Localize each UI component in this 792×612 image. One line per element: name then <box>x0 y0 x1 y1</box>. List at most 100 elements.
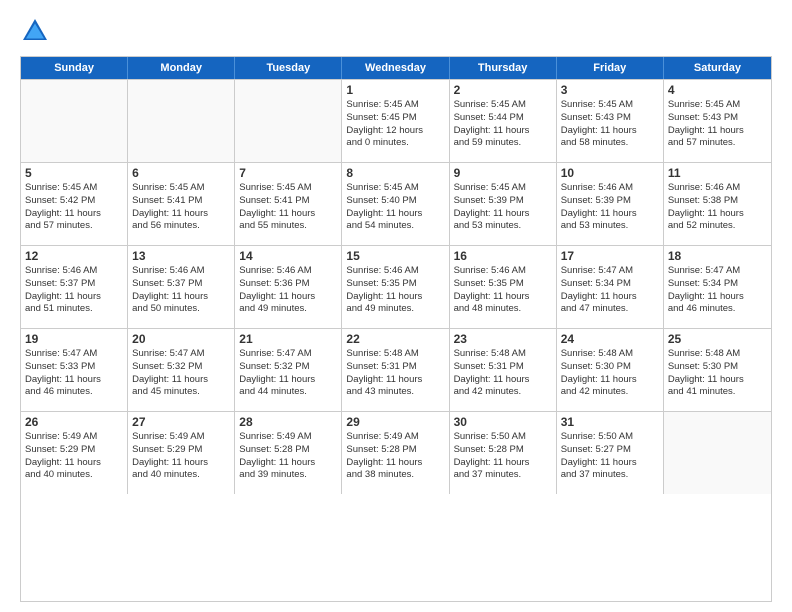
day-cell-31: 31 Sunrise: 5:50 AM Sunset: 5:27 PM Dayli… <box>557 412 664 494</box>
day-number: 21 <box>239 332 337 346</box>
day-cell-28: 28 Sunrise: 5:49 AM Sunset: 5:28 PM Dayli… <box>235 412 342 494</box>
day-cell-29: 29Sunrise: 5:49 AM Sunset: 5:28 PM Dayli… <box>342 412 449 494</box>
day-cell-27: 27Sunrise: 5:49 AM Sunset: 5:29 PM Dayli… <box>128 412 235 494</box>
day-cell-8: 8 Sunrise: 5:45 AM Sunset: 5:40 PM Daylig… <box>342 163 449 245</box>
day-number: 26 <box>25 415 123 429</box>
day-info: Sunrise: 5:47 AM Sunset: 5:33 PM Dayligh… <box>25 348 123 399</box>
day-number: 20 <box>132 332 230 346</box>
day-info: Sunrise: 5:46 AM Sunset: 5:35 PM Dayligh… <box>346 265 444 316</box>
week-row-3: 12 Sunrise: 5:46 AM Sunset: 5:37 PM Dayli… <box>21 245 771 328</box>
day-info: Sunrise: 5:47 AM Sunset: 5:34 PM Dayligh… <box>561 265 659 316</box>
day-info: Sunrise: 5:48 AM Sunset: 5:30 PM Dayligh… <box>668 348 767 399</box>
day-number: 30 <box>454 415 552 429</box>
day-info: Sunrise: 5:45 AM Sunset: 5:42 PM Dayligh… <box>25 182 123 233</box>
week-row-2: 5 Sunrise: 5:45 AM Sunset: 5:42 PM Daylig… <box>21 162 771 245</box>
day-number: 24 <box>561 332 659 346</box>
day-cell-1: 1 Sunrise: 5:45 AM Sunset: 5:45 PM Daylig… <box>342 80 449 162</box>
day-cell-24: 24 Sunrise: 5:48 AM Sunset: 5:30 PM Dayli… <box>557 329 664 411</box>
day-cell-18: 18Sunrise: 5:47 AM Sunset: 5:34 PM Dayli… <box>664 246 771 328</box>
day-number: 12 <box>25 249 123 263</box>
day-header-saturday: Saturday <box>664 57 771 79</box>
empty-cell <box>235 80 342 162</box>
day-cell-10: 10 Sunrise: 5:46 AM Sunset: 5:39 PM Dayli… <box>557 163 664 245</box>
day-number: 22 <box>346 332 444 346</box>
day-number: 10 <box>561 166 659 180</box>
day-number: 17 <box>561 249 659 263</box>
empty-cell <box>21 80 128 162</box>
calendar-body: 1 Sunrise: 5:45 AM Sunset: 5:45 PM Daylig… <box>21 79 771 494</box>
header <box>20 16 772 46</box>
week-row-5: 26 Sunrise: 5:49 AM Sunset: 5:29 PM Dayli… <box>21 411 771 494</box>
day-number: 25 <box>668 332 767 346</box>
day-cell-23: 23 Sunrise: 5:48 AM Sunset: 5:31 PM Dayli… <box>450 329 557 411</box>
day-info: Sunrise: 5:45 AM Sunset: 5:45 PM Dayligh… <box>346 99 444 150</box>
day-info: Sunrise: 5:45 AM Sunset: 5:43 PM Dayligh… <box>668 99 767 150</box>
day-info: Sunrise: 5:46 AM Sunset: 5:36 PM Dayligh… <box>239 265 337 316</box>
day-number: 13 <box>132 249 230 263</box>
day-number: 11 <box>668 166 767 180</box>
day-cell-11: 11 Sunrise: 5:46 AM Sunset: 5:38 PM Dayli… <box>664 163 771 245</box>
day-info: Sunrise: 5:45 AM Sunset: 5:41 PM Dayligh… <box>132 182 230 233</box>
day-number: 9 <box>454 166 552 180</box>
day-cell-9: 9 Sunrise: 5:45 AM Sunset: 5:39 PM Daylig… <box>450 163 557 245</box>
day-info: Sunrise: 5:45 AM Sunset: 5:39 PM Dayligh… <box>454 182 552 233</box>
day-cell-2: 2 Sunrise: 5:45 AM Sunset: 5:44 PM Daylig… <box>450 80 557 162</box>
day-info: Sunrise: 5:49 AM Sunset: 5:28 PM Dayligh… <box>346 431 444 482</box>
day-cell-16: 16Sunrise: 5:46 AM Sunset: 5:35 PM Dayli… <box>450 246 557 328</box>
day-info: Sunrise: 5:48 AM Sunset: 5:30 PM Dayligh… <box>561 348 659 399</box>
day-info: Sunrise: 5:46 AM Sunset: 5:37 PM Dayligh… <box>132 265 230 316</box>
day-cell-15: 15 Sunrise: 5:46 AM Sunset: 5:35 PM Dayli… <box>342 246 449 328</box>
day-number: 5 <box>25 166 123 180</box>
day-info: Sunrise: 5:45 AM Sunset: 5:40 PM Dayligh… <box>346 182 444 233</box>
logo-icon <box>20 16 50 46</box>
day-number: 31 <box>561 415 659 429</box>
day-number: 15 <box>346 249 444 263</box>
day-info: Sunrise: 5:47 AM Sunset: 5:32 PM Dayligh… <box>132 348 230 399</box>
day-info: Sunrise: 5:47 AM Sunset: 5:32 PM Dayligh… <box>239 348 337 399</box>
day-info: Sunrise: 5:46 AM Sunset: 5:39 PM Dayligh… <box>561 182 659 233</box>
empty-cell <box>664 412 771 494</box>
day-info: Sunrise: 5:48 AM Sunset: 5:31 PM Dayligh… <box>454 348 552 399</box>
day-number: 28 <box>239 415 337 429</box>
day-cell-22: 22 Sunrise: 5:48 AM Sunset: 5:31 PM Dayli… <box>342 329 449 411</box>
day-cell-30: 30 Sunrise: 5:50 AM Sunset: 5:28 PM Dayli… <box>450 412 557 494</box>
day-header-wednesday: Wednesday <box>342 57 449 79</box>
day-number: 3 <box>561 83 659 97</box>
day-number: 8 <box>346 166 444 180</box>
day-info: Sunrise: 5:48 AM Sunset: 5:31 PM Dayligh… <box>346 348 444 399</box>
week-row-4: 19Sunrise: 5:47 AM Sunset: 5:33 PM Dayli… <box>21 328 771 411</box>
day-number: 16 <box>454 249 552 263</box>
day-info: Sunrise: 5:49 AM Sunset: 5:28 PM Dayligh… <box>239 431 337 482</box>
day-number: 2 <box>454 83 552 97</box>
day-info: Sunrise: 5:46 AM Sunset: 5:38 PM Dayligh… <box>668 182 767 233</box>
day-info: Sunrise: 5:50 AM Sunset: 5:27 PM Dayligh… <box>561 431 659 482</box>
day-cell-21: 21 Sunrise: 5:47 AM Sunset: 5:32 PM Dayli… <box>235 329 342 411</box>
day-number: 1 <box>346 83 444 97</box>
day-cell-5: 5 Sunrise: 5:45 AM Sunset: 5:42 PM Daylig… <box>21 163 128 245</box>
calendar-header: SundayMondayTuesdayWednesdayThursdayFrid… <box>21 57 771 79</box>
day-cell-14: 14Sunrise: 5:46 AM Sunset: 5:36 PM Dayli… <box>235 246 342 328</box>
day-cell-4: 4 Sunrise: 5:45 AM Sunset: 5:43 PM Daylig… <box>664 80 771 162</box>
logo <box>20 16 54 46</box>
calendar: SundayMondayTuesdayWednesdayThursdayFrid… <box>20 56 772 602</box>
day-cell-20: 20 Sunrise: 5:47 AM Sunset: 5:32 PM Dayli… <box>128 329 235 411</box>
day-header-monday: Monday <box>128 57 235 79</box>
day-number: 27 <box>132 415 230 429</box>
day-info: Sunrise: 5:50 AM Sunset: 5:28 PM Dayligh… <box>454 431 552 482</box>
day-info: Sunrise: 5:46 AM Sunset: 5:37 PM Dayligh… <box>25 265 123 316</box>
day-number: 4 <box>668 83 767 97</box>
day-info: Sunrise: 5:49 AM Sunset: 5:29 PM Dayligh… <box>25 431 123 482</box>
day-header-thursday: Thursday <box>450 57 557 79</box>
day-cell-26: 26 Sunrise: 5:49 AM Sunset: 5:29 PM Dayli… <box>21 412 128 494</box>
day-number: 23 <box>454 332 552 346</box>
empty-cell <box>128 80 235 162</box>
day-cell-25: 25 Sunrise: 5:48 AM Sunset: 5:30 PM Dayli… <box>664 329 771 411</box>
day-number: 6 <box>132 166 230 180</box>
day-cell-12: 12 Sunrise: 5:46 AM Sunset: 5:37 PM Dayli… <box>21 246 128 328</box>
day-header-sunday: Sunday <box>21 57 128 79</box>
day-info: Sunrise: 5:47 AM Sunset: 5:34 PM Dayligh… <box>668 265 767 316</box>
day-cell-7: 7Sunrise: 5:45 AM Sunset: 5:41 PM Daylig… <box>235 163 342 245</box>
day-info: Sunrise: 5:45 AM Sunset: 5:41 PM Dayligh… <box>239 182 337 233</box>
day-info: Sunrise: 5:45 AM Sunset: 5:43 PM Dayligh… <box>561 99 659 150</box>
day-info: Sunrise: 5:45 AM Sunset: 5:44 PM Dayligh… <box>454 99 552 150</box>
